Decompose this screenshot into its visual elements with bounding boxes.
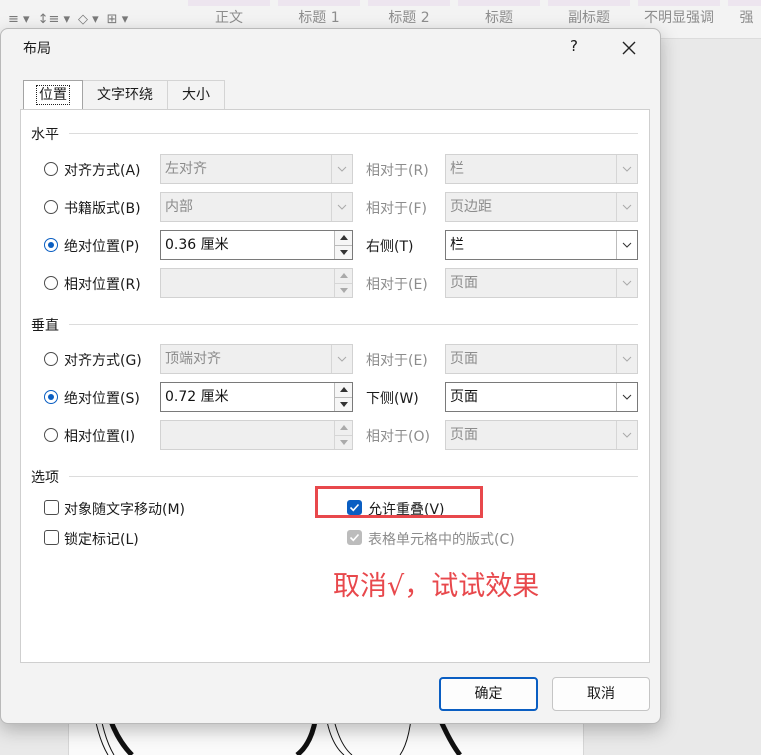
layout-in-table-checkbox (347, 530, 362, 545)
tab-text-wrapping[interactable]: 文字环绕 (82, 80, 168, 110)
spin-buttons (334, 269, 352, 297)
h-relative-r-select: 栏 (445, 154, 638, 184)
v-relative-input (160, 420, 353, 450)
label-h-relative-e: 相对于(E) (366, 277, 428, 293)
section-vertical-header: 垂直 (31, 318, 59, 334)
label-v-relative: 相对位置(I) (64, 429, 136, 445)
dialog-title: 布局 (23, 41, 51, 57)
spin-up-icon (334, 421, 352, 435)
list-indent-icon[interactable]: ≡ ▾ (8, 12, 30, 27)
label-move-with-text: 对象随文字移动(M) (64, 502, 186, 518)
label-h-relative-r: 相对于(R) (366, 163, 429, 179)
v-alignment-select: 顶端对齐 (160, 344, 353, 374)
close-icon (622, 41, 636, 55)
spin-buttons (334, 421, 352, 449)
v-relative-o-select: 页面 (445, 420, 638, 450)
spin-buttons[interactable] (334, 383, 352, 411)
line-spacing-icon[interactable]: ↕≡ ▾ (38, 12, 70, 27)
spin-up-icon[interactable] (334, 231, 352, 245)
label-h-relative-f: 相对于(F) (366, 201, 427, 217)
label-layout-in-table: 表格单元格中的版式(C) (368, 532, 515, 548)
divider (69, 476, 638, 477)
cancel-button[interactable]: 取消 (552, 677, 650, 711)
close-button[interactable] (617, 36, 641, 60)
divider (69, 133, 638, 134)
tab-bar: 位置 文字环绕 大小 (23, 80, 225, 111)
label-v-absolute: 绝对位置(S) (64, 391, 140, 407)
radio-h-alignment[interactable] (44, 162, 58, 176)
help-button[interactable]: ? (563, 35, 585, 57)
label-v-relative-e: 相对于(E) (366, 353, 428, 369)
radio-v-alignment[interactable] (44, 352, 58, 366)
shading-icon[interactable]: ◇ ▾ (78, 12, 99, 27)
chevron-down-icon (616, 269, 637, 297)
chevron-down-icon (331, 345, 352, 373)
h-alignment-select: 左对齐 (160, 154, 353, 184)
radio-h-absolute[interactable] (44, 238, 58, 252)
spin-down-icon (334, 282, 352, 297)
label-lock-anchor: 锁定标记(L) (64, 532, 139, 548)
spin-down-icon[interactable] (334, 396, 352, 411)
chevron-down-icon (616, 231, 637, 259)
radio-v-absolute[interactable] (44, 390, 58, 404)
label-v-alignment: 对齐方式(G) (64, 353, 142, 369)
style-item[interactable]: 强 (724, 0, 761, 38)
v-relative-e-select: 页面 (445, 344, 638, 374)
ok-button[interactable]: 确定 (439, 677, 538, 711)
chevron-down-icon (616, 155, 637, 183)
annotation-text: 取消√，试试效果 (333, 571, 540, 602)
label-h-absolute: 绝对位置(P) (64, 239, 140, 255)
h-absolute-input[interactable]: 0.36 厘米 (160, 230, 353, 260)
move-with-text-checkbox[interactable] (44, 500, 59, 515)
lock-anchor-checkbox[interactable] (44, 530, 59, 545)
v-absolute-input[interactable]: 0.72 厘米 (160, 382, 353, 412)
label-book-layout: 书籍版式(B) (64, 201, 141, 217)
chevron-down-icon (616, 421, 637, 449)
label-below: 下侧(W) (366, 391, 419, 407)
borders-icon[interactable]: ⊞ ▾ (107, 12, 129, 27)
section-options-header: 选项 (31, 470, 59, 486)
radio-v-relative[interactable] (44, 428, 58, 442)
label-h-relative: 相对位置(R) (64, 277, 141, 293)
spin-up-icon (334, 269, 352, 283)
spin-up-icon[interactable] (334, 383, 352, 397)
radio-h-relative[interactable] (44, 276, 58, 290)
spin-buttons[interactable] (334, 231, 352, 259)
chevron-down-icon (616, 345, 637, 373)
chevron-down-icon (616, 193, 637, 221)
divider (69, 324, 638, 325)
checkmark-icon (349, 533, 360, 542)
chevron-down-icon (331, 155, 352, 183)
section-horizontal-header: 水平 (31, 127, 59, 143)
chevron-down-icon (331, 193, 352, 221)
h-relative-input (160, 268, 353, 298)
tab-size[interactable]: 大小 (167, 80, 225, 110)
h-relative-e-select: 页面 (445, 268, 638, 298)
spin-down-icon (334, 434, 352, 449)
label-h-alignment: 对齐方式(A) (64, 163, 141, 179)
below-select[interactable]: 页面 (445, 382, 638, 412)
book-layout-select: 内部 (160, 192, 353, 222)
label-right-of: 右侧(T) (366, 239, 414, 255)
spin-down-icon[interactable] (334, 244, 352, 259)
tab-position[interactable]: 位置 (23, 80, 83, 111)
radio-book-layout[interactable] (44, 200, 58, 214)
chevron-down-icon (616, 383, 637, 411)
h-relative-f-select: 页边距 (445, 192, 638, 222)
label-v-relative-o: 相对于(O) (366, 429, 430, 445)
highlight-box (315, 486, 483, 518)
right-of-select[interactable]: 栏 (445, 230, 638, 260)
